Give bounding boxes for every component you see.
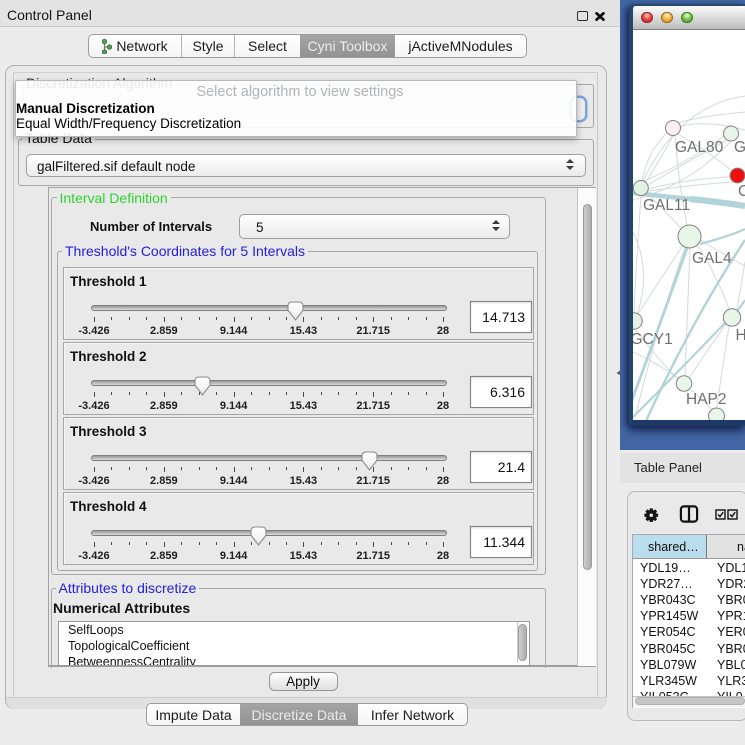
svg-text:GCY1: GCY1 [633, 331, 673, 348]
svg-text:H: H [736, 327, 745, 344]
svg-text:GA: GA [734, 139, 745, 156]
svg-text:C: C [738, 183, 745, 200]
svg-text:GAL80: GAL80 [675, 139, 724, 156]
svg-text:HAP2: HAP2 [686, 391, 727, 408]
svg-text:GAL4: GAL4 [692, 250, 732, 267]
svg-text:GAL11: GAL11 [643, 197, 690, 214]
